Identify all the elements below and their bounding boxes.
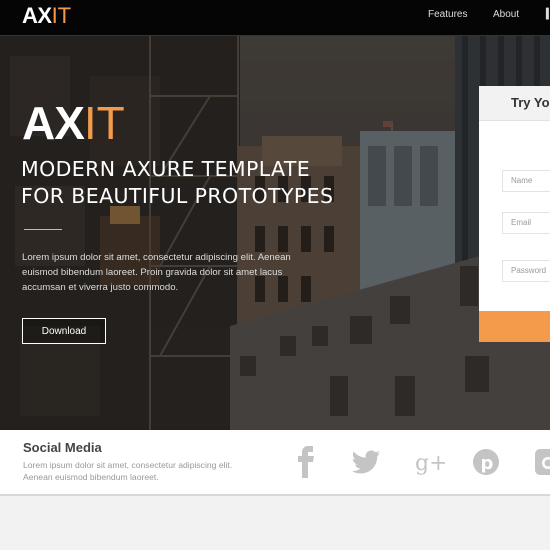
signup-card: Try You Name Email Password	[479, 86, 550, 342]
google-plus-icon[interactable]: g+	[413, 446, 445, 478]
nav-logo-it: IT	[51, 3, 72, 28]
footer-area	[0, 496, 550, 550]
download-button[interactable]: Download	[22, 318, 106, 344]
pinterest-icon[interactable]: p	[470, 446, 502, 478]
social-media-section: Social Media Lorem ipsum dolor sit amet,…	[0, 430, 550, 496]
hero-headline: MODERN AXURE TEMPLATE FOR BEAUTIFUL PROT…	[21, 156, 381, 210]
nav-logo-ax: AX	[22, 3, 52, 28]
hero-section: AXIT MODERN AXURE TEMPLATE FOR BEAUTIFUL…	[0, 36, 550, 430]
hero-headline-line2: FOR BEAUTIFUL PROTOTYPES	[21, 184, 334, 208]
top-navbar: AXIT Features About ▍	[0, 0, 550, 36]
signup-card-header: Try You	[479, 86, 550, 121]
landing-page: AXIT Features About ▍ AXIT MODERN AXURE …	[0, 0, 550, 550]
svg-text:g+: g+	[415, 451, 445, 476]
password-field[interactable]: Password	[502, 260, 550, 282]
hero-description: Lorem ipsum dolor sit amet, consectetur …	[22, 252, 291, 293]
social-title: Social Media	[23, 440, 102, 455]
social-description: Lorem ipsum dolor sit amet, consectetur …	[23, 460, 233, 482]
nav-logo[interactable]: AXIT	[22, 3, 71, 29]
hero-headline-line1: MODERN AXURE TEMPLATE	[21, 157, 311, 181]
nav-link-features[interactable]: Features	[428, 9, 467, 20]
facebook-icon[interactable]	[290, 446, 322, 478]
signup-title: Try You	[511, 95, 550, 110]
svg-text:p: p	[481, 453, 494, 474]
email-field[interactable]: Email	[502, 212, 550, 234]
signup-submit-button[interactable]	[479, 311, 550, 342]
name-field[interactable]: Name	[502, 170, 550, 192]
instagram-icon[interactable]	[532, 446, 550, 478]
hero-logo-ax: AX	[22, 97, 85, 149]
hero-logo: AXIT	[22, 96, 125, 150]
hero-divider	[24, 229, 62, 230]
nav-link-about[interactable]: About	[493, 9, 519, 20]
twitter-icon[interactable]	[350, 446, 382, 478]
nav-link-more[interactable]: ▍	[546, 9, 550, 20]
hero-logo-it: IT	[83, 97, 125, 149]
